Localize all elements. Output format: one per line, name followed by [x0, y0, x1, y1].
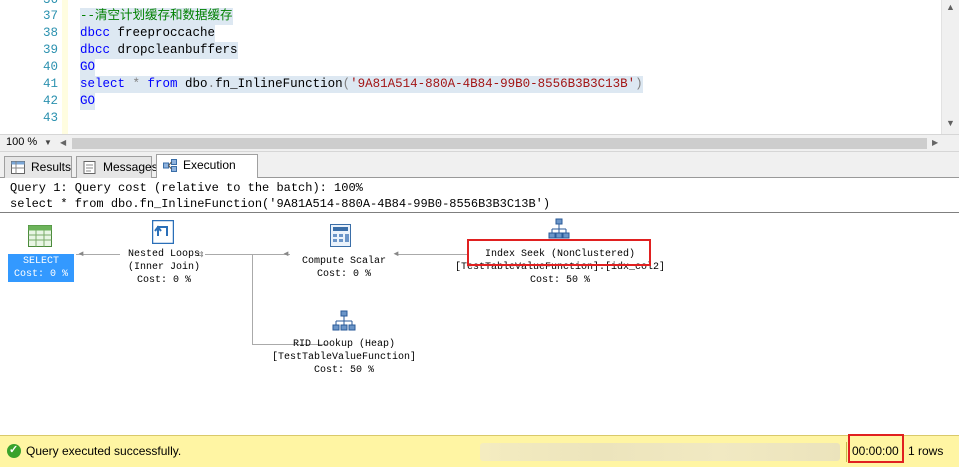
compute-scalar-icon: [330, 224, 351, 247]
code-token: dbo: [177, 77, 208, 91]
select-node-label: SELECT Cost: 0 %: [8, 254, 74, 282]
code-token: ): [635, 77, 643, 91]
rid-lookup-label: RID Lookup (Heap) [TestTableValueFunction…: [254, 338, 434, 377]
plan-edge: [252, 255, 253, 345]
code-token: from: [147, 77, 178, 91]
line-number: 39: [42, 43, 58, 57]
code-token: GO: [80, 60, 96, 74]
scroll-down-icon[interactable]: ▼: [946, 118, 955, 128]
tab-messages-label: Messages: [103, 160, 158, 174]
code-text: dbcc freeproccache: [80, 25, 216, 42]
horizontal-scrollbar-thumb[interactable]: [72, 138, 927, 149]
code-token: --清空计划缓存和数据缓存: [80, 9, 233, 23]
code-text: GO: [80, 93, 96, 110]
code-line[interactable]: 42 GO: [0, 93, 940, 110]
execution-plan-pane: Query 1: Query cost (relative to the bat…: [0, 178, 959, 435]
status-bar: Query executed successfully. 00:00:00 1 …: [0, 435, 959, 467]
rid-lookup-title: RID Lookup (Heap): [292, 339, 396, 350]
code-line[interactable]: 39 dbcc dropcleanbuffers: [0, 42, 940, 59]
compute-scalar-title: Compute Scalar: [301, 256, 386, 267]
nested-loops-cost: Cost: 0 %: [136, 275, 191, 286]
code-line[interactable]: 43: [0, 110, 940, 127]
code-token: dbcc: [80, 43, 111, 57]
index-seek-cost: Cost: 50 %: [529, 275, 590, 286]
row-count: 1 rows: [908, 444, 944, 458]
tab-execution-plan[interactable]: Execution plan: [156, 154, 258, 192]
redacted-region: [480, 443, 840, 461]
tab-results[interactable]: Results: [4, 156, 72, 178]
highlight-box-index-seek: [467, 239, 651, 266]
compute-scalar-cost: Cost: 0 %: [316, 269, 371, 280]
results-tab-strip: Results Messages Execution plan: [0, 152, 959, 192]
nested-loops-label: Nested Loops (Inner Join) Cost: 0 %: [104, 248, 224, 287]
status-divider: [846, 442, 847, 462]
result-grid-icon: [28, 225, 52, 247]
message-icon: [83, 161, 96, 174]
rid-lookup-object: [TestTableValueFunction]: [271, 352, 417, 363]
grid-icon: [11, 161, 25, 174]
code-text: select * from dbo.fn_InlineFunction('9A8…: [80, 76, 643, 93]
code-token: *: [125, 77, 148, 91]
nested-loops-title: Nested Loops: [127, 249, 200, 260]
code-line[interactable]: 41 select * from dbo.fn_InlineFunction('9…: [0, 76, 940, 93]
line-number: 43: [42, 111, 58, 125]
chevron-down-icon[interactable]: ▼: [44, 138, 52, 147]
code-token: dropcleanbuffers: [110, 43, 238, 57]
code-line[interactable]: 40 GO: [0, 59, 940, 76]
select-node-title: SELECT: [22, 256, 59, 267]
query-editor[interactable]: 36 37 --清空计划缓存和数据缓存 38 dbcc freeproccache 39 d…: [0, 0, 959, 134]
query-text-line: select * from dbo.fn_InlineFunction('9A8…: [10, 197, 551, 211]
rid-lookup-icon: [332, 310, 356, 331]
code-text: dbcc dropcleanbuffers: [80, 42, 238, 59]
code-token: .: [207, 77, 216, 91]
code-token: select: [80, 77, 126, 91]
code-token: (: [342, 77, 351, 91]
line-number: 37: [42, 9, 58, 23]
index-seek-icon: [548, 218, 570, 239]
execution-plan-icon: [163, 159, 177, 172]
line-number: 41: [42, 77, 58, 91]
nested-loops-join: (Inner Join): [127, 262, 200, 273]
tab-results-label: Results: [31, 160, 72, 174]
code-line[interactable]: 37 --清空计划缓存和数据缓存: [0, 8, 940, 25]
line-number: 40: [42, 60, 58, 74]
zoom-level[interactable]: 100 %: [6, 136, 37, 148]
scroll-right-icon[interactable]: ▶: [932, 138, 938, 147]
select-node-cost: Cost: 0 %: [13, 269, 68, 280]
query-cost-line: Query 1: Query cost (relative to the bat…: [10, 181, 363, 195]
rid-lookup-cost: Cost: 50 %: [313, 365, 374, 376]
success-check-icon: [7, 443, 21, 458]
code-token: fn_InlineFunction: [215, 77, 343, 91]
zoom-bar: 100 % ▼ ◀ ▶: [0, 134, 959, 152]
status-message: Query executed successfully.: [26, 444, 182, 458]
nested-loops-icon: [152, 220, 174, 244]
code-token: GO: [80, 94, 96, 108]
line-number: 42: [42, 94, 58, 108]
code-token: '9A81A514-880A-4B84-99B0-8556B3B3C13B': [350, 77, 636, 91]
scroll-left-icon[interactable]: ◀: [60, 138, 66, 147]
compute-scalar-label: Compute Scalar Cost: 0 %: [284, 255, 404, 281]
tab-messages[interactable]: Messages: [76, 156, 158, 178]
arrow-left-icon: ◄: [77, 249, 85, 258]
editor-vertical-scrollbar[interactable]: ▲ ▼: [941, 0, 959, 134]
code-token: dbcc: [80, 26, 111, 40]
highlight-box-elapsed-time: [848, 434, 904, 463]
code-text: GO: [80, 59, 96, 76]
scroll-up-icon[interactable]: ▲: [946, 2, 955, 12]
code-text: --清空计划缓存和数据缓存: [80, 8, 233, 25]
code-line[interactable]: 38 dbcc freeproccache: [0, 25, 940, 42]
line-number: 38: [42, 26, 58, 40]
query-header: Query 1: Query cost (relative to the bat…: [0, 178, 959, 213]
code-token: freeproccache: [110, 26, 216, 40]
